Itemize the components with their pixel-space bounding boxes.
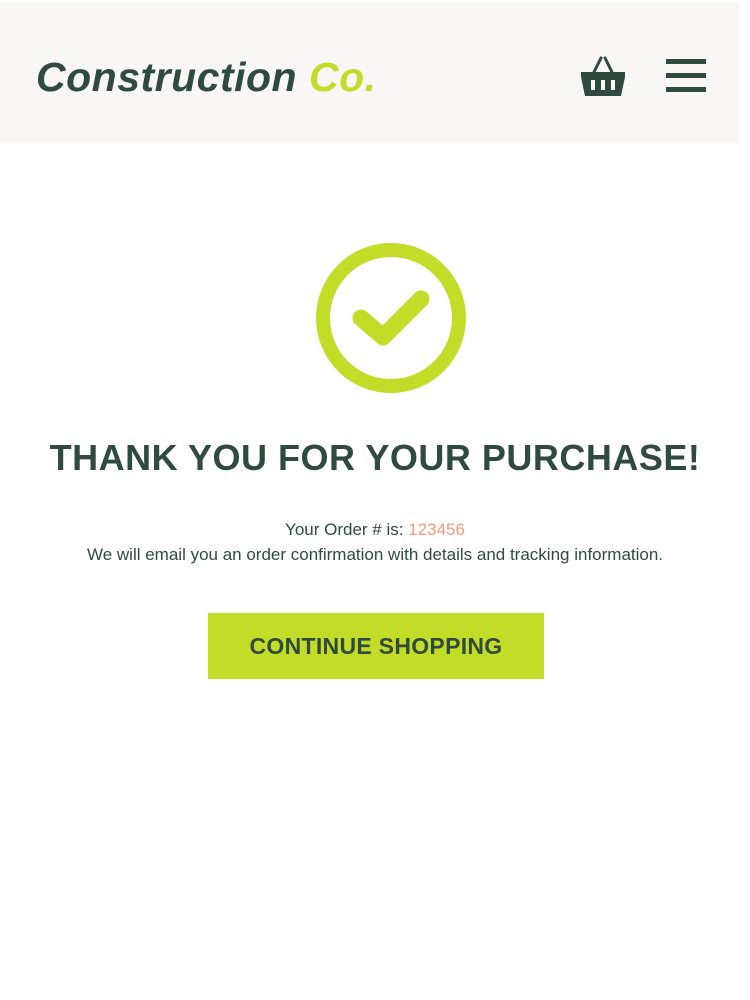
site-logo[interactable]: Construction Co.: [36, 55, 377, 99]
order-number-label: Your Order # is:: [285, 520, 404, 539]
basket-icon[interactable]: [580, 55, 626, 97]
logo-text-co: Co.: [309, 54, 377, 100]
continue-shopping-button[interactable]: CONTINUE SHOPPING: [208, 613, 544, 679]
site-header: Construction Co.: [0, 3, 739, 143]
order-number-value: 123456: [408, 520, 465, 539]
order-number-line: Your Order # is: 123456: [0, 520, 750, 540]
checkmark-circle-icon: [315, 242, 467, 394]
thank-you-heading: THANK YOU FOR YOUR PURCHASE!: [49, 437, 701, 478]
order-confirmation-page: Construction Co. THANK YOU FOR YOUR PURC…: [0, 0, 750, 1000]
logo-text-construction: Construction: [36, 54, 298, 100]
hamburger-menu-icon[interactable]: [666, 59, 706, 92]
email-confirmation-message: We will email you an order confirmation …: [86, 545, 664, 564]
